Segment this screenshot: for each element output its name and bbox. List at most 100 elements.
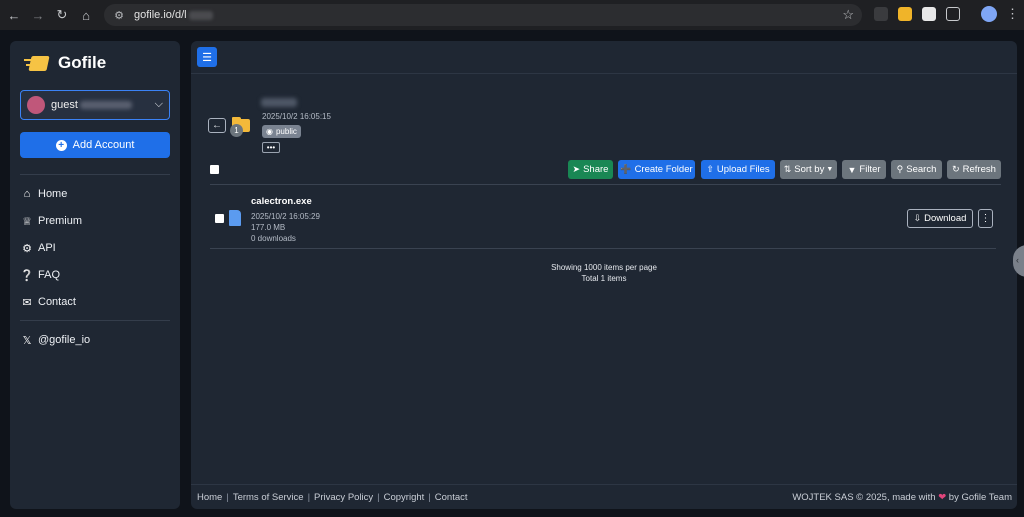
footer-link-home[interactable]: Home: [197, 492, 222, 503]
logo-text: Gofile: [58, 53, 107, 72]
footer-credit: WOJTEK SAS © 2025, made with ❤ by Gofile…: [792, 492, 1012, 503]
heart-icon: ❤: [938, 492, 947, 503]
item-count-badge: 1: [230, 124, 243, 137]
divider: [191, 73, 1017, 74]
sidebar-item-label: Home: [38, 188, 68, 200]
sidebar-item-home[interactable]: ⌂ Home: [20, 185, 68, 203]
footer-link-privacy[interactable]: Privacy Policy: [314, 492, 373, 503]
gofile-logo-icon: [24, 53, 50, 73]
x-icon: 𝕏: [22, 334, 32, 347]
upload-icon: ⇧: [706, 164, 714, 174]
extension-icon[interactable]: [898, 7, 912, 21]
account-select[interactable]: guest ⌵: [20, 90, 170, 120]
search-label: Search: [906, 164, 937, 175]
sidebar-item-premium[interactable]: ♕ Premium: [20, 212, 82, 230]
site-settings-icon[interactable]: ⚙: [112, 8, 126, 22]
hamburger-menu-button[interactable]: ☰: [197, 47, 217, 67]
reload-icon[interactable]: ↻: [50, 3, 74, 27]
footer-credit-prefix: WOJTEK SAS © 2025, made with: [792, 492, 936, 503]
back-button[interactable]: ←: [208, 118, 226, 133]
crown-icon: ♕: [22, 215, 32, 228]
refresh-button[interactable]: ↻ Refresh: [947, 160, 1001, 179]
envelope-icon: ✉: [22, 296, 32, 309]
avatar: [27, 96, 45, 114]
share-button[interactable]: ➤ Share: [568, 160, 613, 179]
extension-icon[interactable]: [922, 7, 936, 21]
share-label: Share: [583, 164, 609, 175]
home-icon: ⌂: [23, 188, 31, 200]
gears-icon: ⚙: [22, 242, 32, 255]
globe-icon: ◉: [266, 127, 273, 136]
divider: [191, 484, 1017, 485]
footer-links: Home | Terms of Service | Privacy Policy | Cop…: [197, 492, 468, 503]
file-options-button[interactable]: ⋮: [978, 209, 993, 228]
home-icon[interactable]: ⌂: [74, 3, 98, 27]
refresh-label: Refresh: [962, 164, 996, 175]
question-icon: ❔: [20, 269, 34, 282]
folder-plus-icon: ➕: [620, 164, 632, 174]
url-text: gofile.io/d/l: [134, 9, 187, 21]
file-icon: [229, 210, 241, 226]
file-date: 2025/10/2 16:05:29: [251, 212, 320, 221]
upload-files-button[interactable]: ⇧ Upload Files: [701, 160, 775, 179]
sort-by-label: Sort by: [794, 164, 825, 175]
create-folder-button[interactable]: ➕ Create Folder: [618, 160, 695, 179]
extension-icon[interactable]: [874, 7, 888, 21]
sidebar-item-label: FAQ: [38, 269, 61, 281]
address-bar[interactable]: ⚙ gofile.io/d/l ☆: [104, 4, 862, 26]
sidebar-item-twitter[interactable]: 𝕏 @gofile_io: [20, 331, 91, 349]
sidebar-item-api[interactable]: ⚙ API: [20, 239, 56, 257]
folder-name-redacted: [261, 98, 297, 107]
profile-icon[interactable]: [981, 6, 997, 22]
divider: [210, 184, 1001, 185]
footer-link-contact[interactable]: Contact: [435, 492, 468, 503]
plus-circle-icon: +: [55, 139, 67, 151]
back-arrow-icon[interactable]: ←: [2, 3, 26, 27]
search-button[interactable]: ⚲ Search: [891, 160, 942, 179]
footer-link-copyright[interactable]: Copyright: [384, 492, 425, 503]
logo[interactable]: Gofile: [24, 53, 106, 73]
file-name[interactable]: calectron.exe: [251, 196, 312, 207]
url-redacted: [188, 10, 213, 20]
download-icon: ⇩: [913, 213, 922, 223]
filter-button[interactable]: ▼ Filter: [842, 160, 886, 179]
divider: [20, 174, 170, 175]
sort-by-button[interactable]: ⇅ Sort by ▼: [780, 160, 837, 179]
forward-arrow-icon[interactable]: →: [26, 3, 50, 27]
sort-icon: ⇅: [783, 164, 792, 174]
puzzle-icon[interactable]: [946, 7, 960, 21]
total-items-text: Total 1 items: [581, 274, 627, 283]
chevron-down-icon: ⌵: [154, 98, 163, 110]
visibility-badge[interactable]: ◉ public: [262, 125, 301, 138]
divider: [20, 320, 170, 321]
file-size: 177.0 MB: [251, 223, 286, 232]
menu-icon[interactable]: ⋮: [1006, 6, 1019, 22]
add-account-button[interactable]: + Add Account: [20, 132, 170, 158]
create-folder-label: Create Folder: [634, 164, 693, 175]
folder-more-button[interactable]: •••: [262, 142, 280, 153]
filter-label: Filter: [859, 164, 881, 175]
divider: [210, 248, 996, 249]
download-label: Download: [924, 213, 967, 224]
sidebar-item-label: Contact: [38, 296, 76, 308]
sidebar-item-label: @gofile_io: [38, 334, 91, 346]
sidebar-item-faq[interactable]: ❔ FAQ: [20, 266, 60, 284]
items-per-page-text: Showing 1000 items per page: [551, 263, 657, 272]
footer-link-terms[interactable]: Terms of Service: [233, 492, 304, 503]
add-account-label: Add Account: [72, 139, 135, 151]
folder-date: 2025/10/2 16:05:15: [262, 112, 331, 121]
sidebar-item-label: Premium: [38, 215, 83, 227]
sidebar-item-label: API: [38, 242, 56, 254]
bookmark-star-icon[interactable]: ☆: [842, 7, 854, 23]
caret-down-icon: ▼: [826, 166, 834, 173]
chevron-left-icon: ‹: [1016, 255, 1019, 265]
account-id-redacted: [79, 101, 132, 109]
download-button[interactable]: ⇩ Download: [907, 209, 973, 228]
share-icon: ➤: [572, 164, 581, 174]
select-all-checkbox[interactable]: [210, 165, 219, 174]
sidebar: Gofile guest ⌵ + Add Account ⌂ Home ♕ Pr…: [10, 41, 180, 509]
search-icon: ⚲: [896, 164, 904, 174]
file-checkbox[interactable]: [215, 214, 224, 223]
sidebar-item-contact[interactable]: ✉ Contact: [20, 293, 76, 311]
file-downloads: 0 downloads: [251, 234, 296, 243]
